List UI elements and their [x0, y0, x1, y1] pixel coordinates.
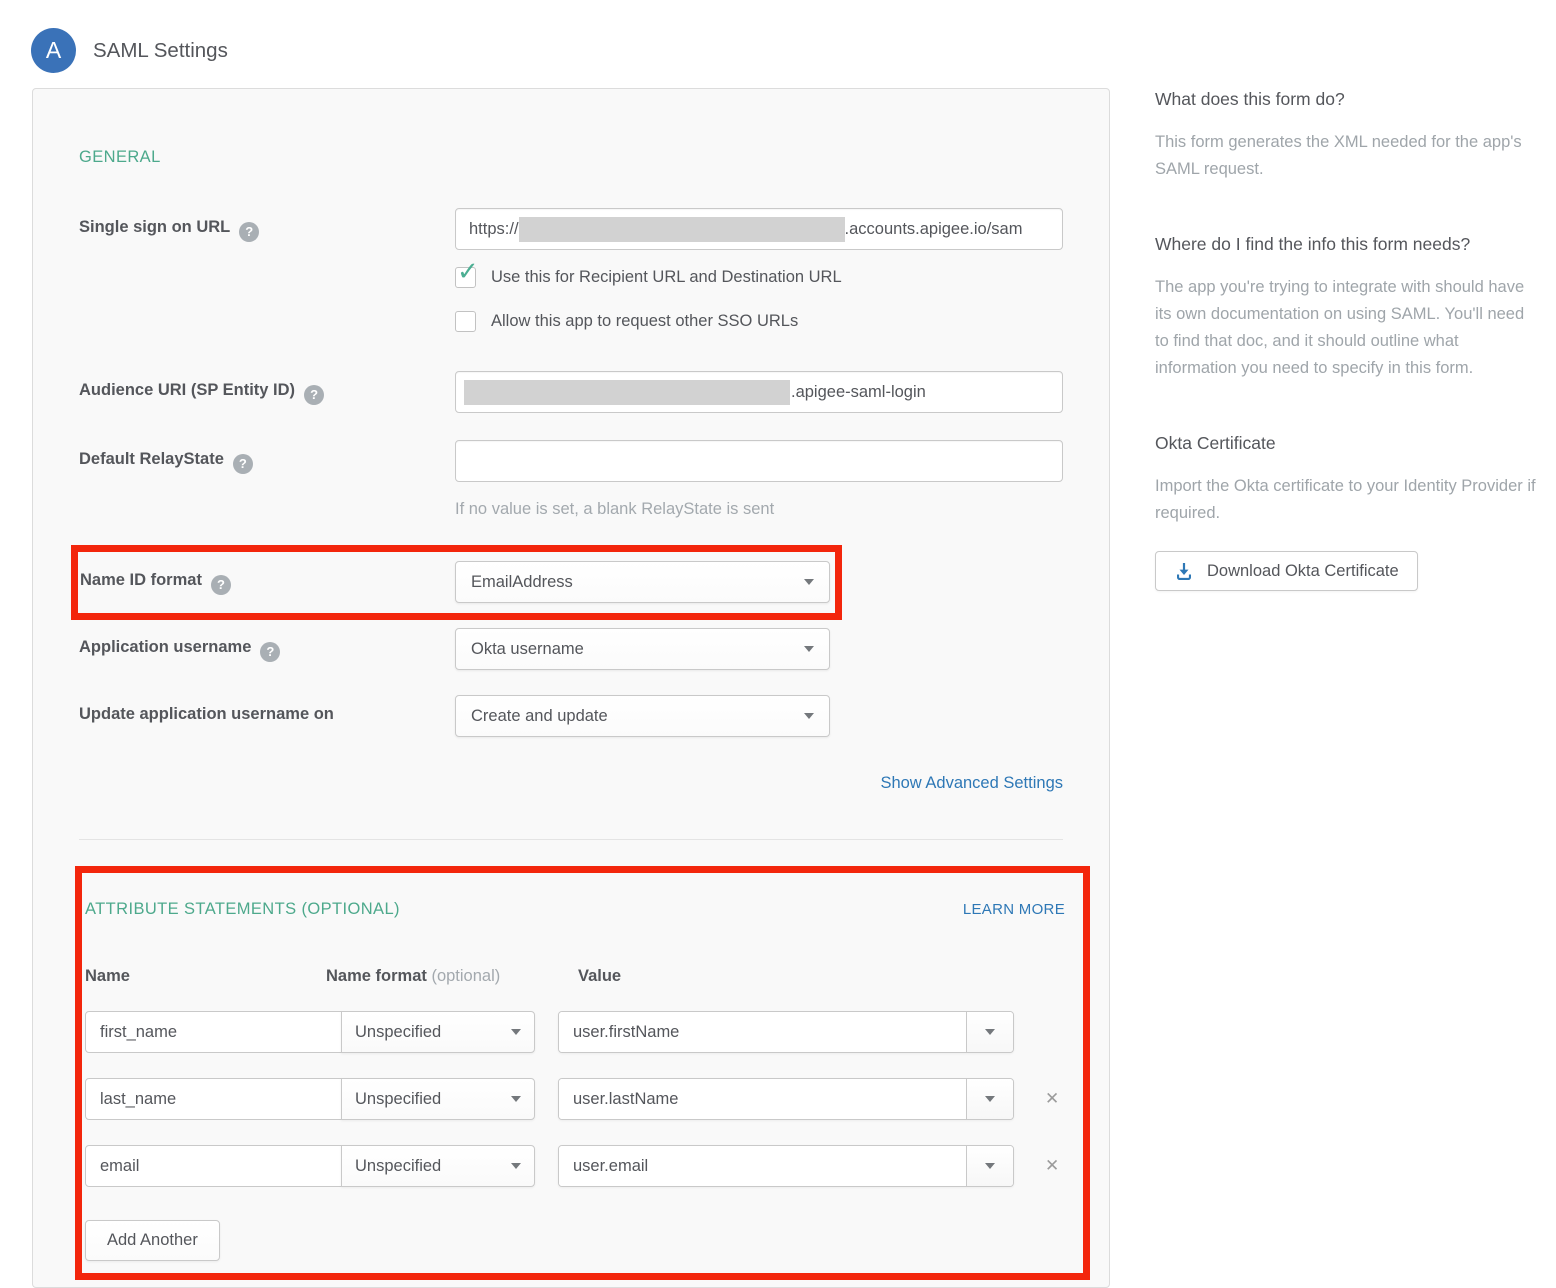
add-another-button[interactable]: Add Another	[85, 1220, 220, 1261]
attribute-statements-highlight-box: ATTRIBUTE STATEMENTS (OPTIONAL) LEARN MO…	[75, 866, 1090, 1280]
column-header-value: Value	[578, 967, 621, 986]
relay-state-input[interactable]	[455, 440, 1063, 482]
other-sso-checkbox-label: Allow this app to request other SSO URLs	[491, 312, 798, 331]
attribute-column-headers: Name Name format (optional) Value	[85, 967, 1065, 986]
audience-uri-row: Audience URI (SP Entity ID) .apigee-saml…	[79, 371, 1063, 413]
app-username-label: Application username	[79, 628, 455, 662]
sidebar-heading: Where do I find the info this form needs…	[1155, 234, 1537, 255]
sidebar-body: This form generates the XML needed for t…	[1155, 129, 1537, 183]
other-sso-checkbox[interactable]	[455, 311, 476, 332]
app-username-row: Application username Okta username	[79, 628, 1063, 670]
chevron-down-icon	[511, 1096, 521, 1102]
attribute-row: first_name Unspecified user.firstName	[85, 1011, 1065, 1053]
redacted-text	[464, 380, 790, 405]
saml-settings-panel: GENERAL Single sign on URL https:// .acc…	[32, 88, 1110, 1288]
recipient-url-checkbox-row: ✓ Use this for Recipient URL and Destina…	[455, 267, 1063, 288]
attr-format-select[interactable]: Unspecified	[341, 1145, 535, 1187]
column-header-name: Name	[85, 967, 326, 986]
chevron-down-icon	[804, 713, 814, 719]
attr-name-input[interactable]: last_name	[85, 1078, 342, 1120]
attr-name-input[interactable]: email	[85, 1145, 342, 1187]
attribute-statements-title: ATTRIBUTE STATEMENTS (OPTIONAL)	[85, 900, 400, 919]
name-id-format-label: Name ID format	[80, 561, 455, 595]
relay-state-hint: If no value is set, a blank RelayState i…	[455, 500, 1063, 519]
attr-value-combo: user.lastName	[558, 1078, 1014, 1120]
checkmark-icon: ✓	[457, 259, 479, 285]
name-id-format-row: Name ID format EmailAddress	[80, 561, 830, 603]
attribute-row: email Unspecified user.email ✕	[85, 1145, 1065, 1187]
sso-url-suffix: .accounts.apigee.io/sam	[845, 220, 1023, 239]
attr-value-input[interactable]: user.firstName	[559, 1012, 966, 1052]
attr-value-input[interactable]: user.email	[559, 1146, 966, 1186]
column-header-format: Name format (optional)	[326, 967, 578, 986]
sidebar-body: The app you're trying to integrate with …	[1155, 274, 1537, 382]
help-icon[interactable]	[304, 385, 324, 405]
chevron-down-icon	[804, 646, 814, 652]
help-icon[interactable]	[260, 642, 280, 662]
update-username-row: Update application username on Create an…	[79, 695, 1063, 737]
sso-url-row: Single sign on URL https:// .accounts.ap…	[79, 208, 1063, 250]
chevron-down-icon	[511, 1029, 521, 1035]
attr-value-dropdown-button[interactable]	[966, 1012, 1013, 1052]
chevron-down-icon	[511, 1163, 521, 1169]
sso-url-input[interactable]: https:// .accounts.apigee.io/sam	[455, 208, 1063, 250]
download-certificate-button[interactable]: Download Okta Certificate	[1155, 551, 1418, 591]
page-header: A SAML Settings	[0, 0, 1556, 88]
attr-name-input[interactable]: first_name	[85, 1011, 342, 1053]
sidebar-body: Import the Okta certificate to your Iden…	[1155, 473, 1537, 527]
delete-row-button[interactable]: ✕	[1045, 1091, 1059, 1108]
name-id-format-select[interactable]: EmailAddress	[455, 561, 830, 603]
step-a-badge: A	[31, 28, 76, 73]
redacted-text	[519, 217, 845, 242]
help-icon[interactable]	[233, 454, 253, 474]
help-icon[interactable]	[239, 222, 259, 242]
attr-value-dropdown-button[interactable]	[966, 1146, 1013, 1186]
learn-more-link[interactable]: LEARN MORE	[963, 901, 1065, 918]
relay-state-row: Default RelayState	[79, 440, 1063, 482]
update-username-label: Update application username on	[79, 695, 455, 724]
show-advanced-settings-link[interactable]: Show Advanced Settings	[880, 774, 1063, 792]
chevron-down-icon	[985, 1029, 995, 1035]
audience-uri-label: Audience URI (SP Entity ID)	[79, 371, 455, 405]
chevron-down-icon	[985, 1096, 995, 1102]
other-sso-checkbox-row: Allow this app to request other SSO URLs	[455, 311, 1063, 332]
attr-value-combo: user.email	[558, 1145, 1014, 1187]
attr-value-combo: user.firstName	[558, 1011, 1014, 1053]
attr-value-dropdown-button[interactable]	[966, 1079, 1013, 1119]
page-title: SAML Settings	[93, 39, 228, 63]
sso-url-prefix: https://	[469, 220, 519, 239]
sidebar-heading: What does this form do?	[1155, 89, 1537, 110]
name-id-format-highlight-box: Name ID format EmailAddress	[71, 545, 842, 620]
audience-uri-input[interactable]: .apigee-saml-login	[455, 371, 1063, 413]
relay-state-label: Default RelayState	[79, 440, 455, 474]
app-username-select[interactable]: Okta username	[455, 628, 830, 670]
audience-uri-suffix: .apigee-saml-login	[791, 383, 926, 402]
help-icon[interactable]	[211, 575, 231, 595]
attribute-row: last_name Unspecified user.lastName ✕	[85, 1078, 1065, 1120]
chevron-down-icon	[985, 1163, 995, 1169]
sso-url-label: Single sign on URL	[79, 208, 455, 242]
delete-row-button[interactable]: ✕	[1045, 1158, 1059, 1175]
attr-value-input[interactable]: user.lastName	[559, 1079, 966, 1119]
section-divider	[79, 839, 1063, 840]
recipient-url-checkbox[interactable]: ✓	[455, 267, 476, 288]
attr-format-select[interactable]: Unspecified	[341, 1078, 535, 1120]
attr-format-select[interactable]: Unspecified	[341, 1011, 535, 1053]
download-icon	[1174, 561, 1194, 581]
recipient-url-checkbox-label: Use this for Recipient URL and Destinati…	[491, 268, 842, 287]
general-section-title: GENERAL	[79, 148, 1063, 167]
help-sidebar: What does this form do? This form genera…	[1155, 88, 1537, 591]
update-username-select[interactable]: Create and update	[455, 695, 830, 737]
chevron-down-icon	[804, 579, 814, 585]
sidebar-heading: Okta Certificate	[1155, 433, 1537, 454]
